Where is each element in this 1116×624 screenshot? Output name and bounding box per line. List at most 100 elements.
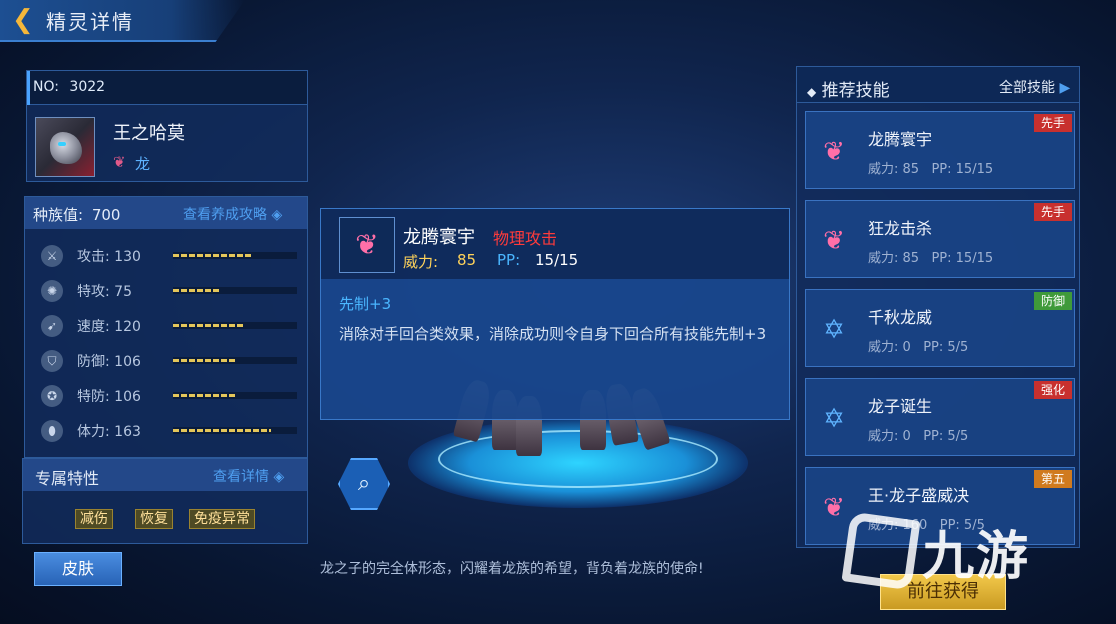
stat-bar [173, 427, 297, 434]
trait-tag: 恢复 [135, 509, 173, 529]
tooltip-pp-label: PP: [497, 251, 521, 269]
skill-pp: PP: 5/5 [923, 429, 969, 444]
capsule-icon: ⬮ [41, 420, 63, 442]
dragon-type-icon: ❦ [113, 153, 126, 171]
stat-bar [173, 392, 297, 399]
traits-title: 专属特性 [35, 469, 100, 488]
skill-name: 龙子诞生 [868, 397, 933, 416]
traits-detail-link[interactable]: 查看详情 ◈ [213, 466, 284, 486]
pet-name: 王之哈莫 [113, 123, 185, 144]
stat-bar [173, 322, 297, 329]
stat-label: 体力: 163 [77, 424, 141, 440]
skill-meta: 威力: 0 PP: 5/5 [868, 336, 968, 355]
skill-pp: PP: 5/5 [923, 340, 969, 355]
stat-row: ⬮ 体力: 163 [25, 412, 307, 447]
skill-pp: PP: 15/15 [931, 251, 994, 266]
skill-tooltip: ❦ 龙腾寰宇 物理攻击 威力: 85 PP: 15/15 先制+3 消除对手回合… [320, 208, 790, 420]
trait-tag: 免疫异常 [189, 509, 255, 529]
pet-info-card: NO: 3022 王之哈莫 ❦ 龙 [26, 70, 308, 182]
stat-bar [173, 287, 297, 294]
skill-tag: 防御 [1034, 292, 1072, 310]
skill-meta: 威力: 85 PP: 15/15 [868, 247, 993, 266]
skill-power: 威力: 0 [868, 429, 911, 444]
star-icon: ✡ [823, 404, 845, 434]
stat-bar-fill [173, 429, 271, 432]
all-skills-link[interactable]: 全部技能 ▶ [999, 77, 1070, 97]
skill-card[interactable]: ✡ 千秋龙威 威力: 0 PP: 5/5 防御 [805, 289, 1075, 367]
accent-bar [27, 71, 30, 105]
search-icon: ⌕ [357, 471, 371, 496]
stat-value: 75 [114, 284, 132, 300]
diamond-icon: ◈ [271, 207, 283, 223]
skill-name: 狂龙击杀 [868, 219, 933, 238]
stat-value: 130 [114, 249, 141, 265]
stat-value: 106 [114, 354, 141, 370]
skill-power: 威力: 85 [868, 162, 920, 177]
skill-tag: 先手 [1034, 114, 1072, 132]
tooltip-description: 消除对手回合类效果，消除成功则令自身下回合所有技能先制+3 [339, 325, 767, 343]
shield-icon: ⛉ [41, 350, 63, 372]
traits-header: 专属特性 查看详情 ◈ [23, 459, 307, 491]
skill-power: 威力: 85 [868, 251, 920, 266]
boot-icon: ➹ [41, 315, 63, 337]
skill-icon-frame: ❦ [339, 217, 395, 273]
skill-tag: 先手 [1034, 203, 1072, 221]
trait-tag: 减伤 [75, 509, 113, 529]
skill-meta: 威力: 0 PP: 5/5 [868, 425, 968, 444]
stat-label: 防御: 106 [77, 354, 141, 370]
pet-number-label: NO: [33, 79, 59, 95]
stat-bar-fill [173, 254, 251, 257]
guide-link[interactable]: 查看养成攻略 ◈ [183, 204, 282, 224]
dragon-wing-icon: ❦ [823, 226, 845, 256]
skill-meta: 威力: 85 PP: 15/15 [868, 158, 993, 177]
skin-button[interactable]: 皮肤 [34, 552, 122, 586]
stat-bar-fill [173, 394, 236, 397]
skill-pp: PP: 15/15 [931, 162, 994, 177]
page-title: 精灵详情 [46, 10, 134, 34]
watermark-text: 九游 [922, 527, 1031, 587]
stat-row: ➹ 速度: 120 [25, 307, 307, 342]
stats-title: 种族值: [33, 206, 84, 224]
tooltip-header: ❦ 龙腾寰宇 物理攻击 威力: 85 PP: 15/15 [321, 209, 789, 279]
pet-number-value: 3022 [69, 79, 106, 95]
stat-value: 163 [114, 424, 141, 440]
stat-row: ⚔ 攻击: 130 [25, 237, 307, 272]
stat-bar [173, 357, 297, 364]
stat-label: 特攻: 75 [77, 284, 132, 300]
recommended-skills-panel: ◆ 推荐技能 全部技能 ▶ ❦ 龙腾寰宇 威力: 85 PP: 15/15 先手 ❦ 狂龙… [796, 66, 1080, 548]
pet-avatar[interactable] [35, 117, 95, 177]
diamond-icon: ◈ [273, 469, 285, 485]
magic-shield-icon: ✪ [41, 385, 63, 407]
tooltip-skill-category: 物理攻击 [493, 229, 558, 248]
skill-card[interactable]: ❦ 龙腾寰宇 威力: 85 PP: 15/15 先手 [805, 111, 1075, 189]
skill-name: 王·龙子盛威决 [868, 486, 970, 505]
avatar-eye [58, 142, 66, 146]
traits-panel: 专属特性 查看详情 ◈ 减伤 恢复 免疫异常 [22, 458, 308, 544]
pet-description: 龙之子的完全体形态，闪耀着龙族的希望，背负着龙族的使命! [320, 561, 704, 577]
stat-row: ⛉ 防御: 106 [25, 342, 307, 377]
stat-row: ✺ 特攻: 75 [25, 272, 307, 307]
zoom-button[interactable]: ⌕ [338, 458, 390, 510]
stat-value: 120 [114, 319, 141, 335]
skills-title: 推荐技能 [821, 81, 890, 101]
skills-header: ◆ 推荐技能 全部技能 ▶ [797, 67, 1079, 103]
skill-card[interactable]: ❦ 狂龙击杀威力: 85 PP: 15/15 先手 [805, 200, 1075, 278]
back-button[interactable]: ❮ [12, 6, 36, 34]
tooltip-power-value: 85 [457, 251, 477, 269]
skill-power: 威力: 0 [868, 340, 911, 355]
skill-name: 千秋龙威 [868, 308, 933, 327]
pet-number-row: NO: 3022 [27, 71, 307, 105]
stats-panel: 种族值: 700 查看养成攻略 ◈ ⚔ 攻击: 130 ✺ 特攻: 75 ➹ 速度: 12… [24, 196, 308, 458]
stats-header: 种族值: 700 查看养成攻略 ◈ [25, 197, 307, 229]
stat-row: ✪ 特防: 106 [25, 377, 307, 412]
watermark-logo-icon [841, 511, 921, 591]
stat-bar [173, 252, 297, 259]
dragon-wing-icon: ❦ [823, 137, 845, 167]
tooltip-priority: 先制+3 [339, 295, 392, 313]
skill-card[interactable]: ✡ 龙子诞生威力: 0 PP: 5/5 强化 [805, 378, 1075, 456]
skill-tag: 强化 [1034, 381, 1072, 399]
stat-label: 特防: 106 [77, 389, 141, 405]
sword-icon: ⚔ [41, 245, 63, 267]
stat-value: 106 [114, 389, 141, 405]
tooltip-skill-name: 龙腾寰宇 [403, 227, 475, 248]
